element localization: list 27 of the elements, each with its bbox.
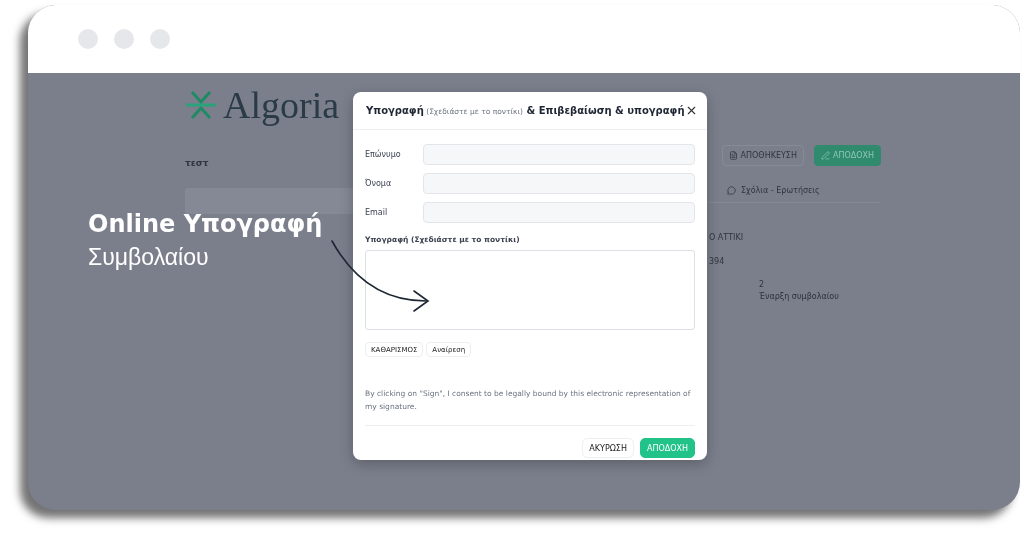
field-label: Όνομα [365, 179, 393, 188]
promo-title: Online Υπογραφή [88, 210, 323, 238]
detail-text: 394 [709, 257, 726, 266]
document-icon [728, 151, 738, 160]
chat-icon [727, 186, 736, 195]
accept-button[interactable]: ΑΠΟΔΟΧΗ [813, 145, 881, 166]
window-dot [114, 29, 134, 49]
window-dot [78, 29, 98, 49]
accept-button[interactable]: ΑΠΟΔΟΧΗ [639, 438, 695, 458]
pen-icon [820, 151, 830, 160]
logo-text: Algoria [223, 86, 340, 124]
input-field[interactable] [423, 144, 695, 165]
field-label: Email [365, 208, 389, 217]
window-dot [150, 29, 170, 49]
page-title: τεστ [185, 158, 209, 168]
cancel-button[interactable]: ΑΚΥΡΩΣΗ [582, 438, 634, 458]
field-label: Επώνυμο [365, 150, 402, 159]
input-field[interactable] [423, 202, 695, 223]
tab[interactable]: Σχόλια - Ερωτήσεις [727, 186, 820, 195]
promo-subtitle: Συμβολαίου [88, 244, 210, 271]
detail-text: Ο ΑΤΤΙΚΙ [709, 233, 745, 242]
logo-icon [185, 89, 217, 121]
signature-pad[interactable] [365, 250, 695, 330]
stat-label: Έναρξη συμβολαίου [759, 292, 840, 301]
input-field[interactable] [423, 173, 695, 194]
save-button[interactable]: ΑΠΟΘΗΚΕΥΣΗ [721, 145, 804, 166]
stat-value: 2 [759, 280, 766, 289]
